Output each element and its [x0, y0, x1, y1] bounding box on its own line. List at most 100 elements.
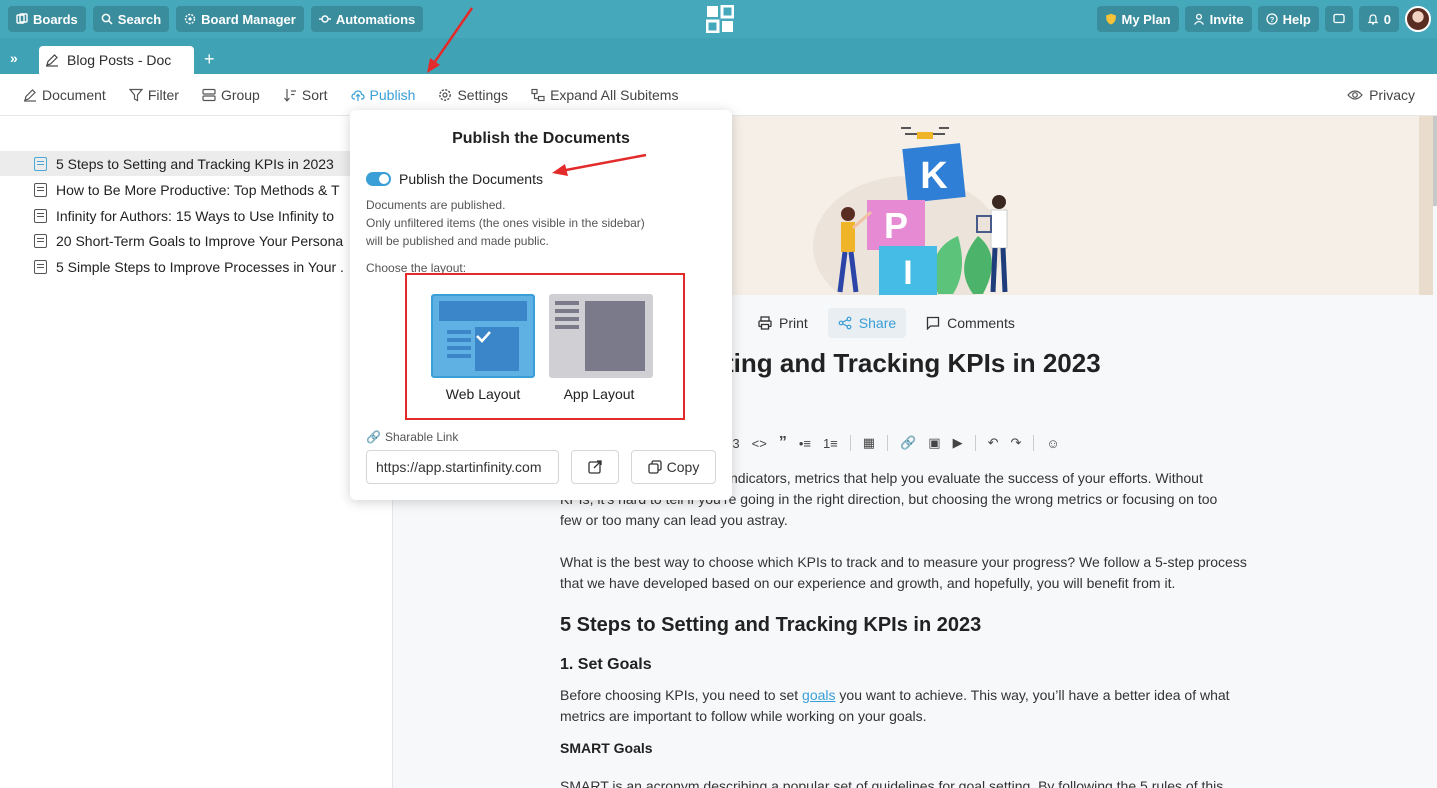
image-icon[interactable]: ▣ [928, 435, 940, 451]
paragraph[interactable]: SMART is an acronym describing a popular… [560, 776, 1260, 788]
sidebar-doc-item[interactable]: 5 Steps to Setting and Tracking KPIs in … [0, 151, 392, 176]
paragraph[interactable]: What is the best way to choose which KPI… [560, 552, 1260, 594]
sharable-link-input[interactable] [366, 450, 559, 484]
text: Before choosing KPIs, you need to set [560, 687, 803, 703]
heading-3[interactable]: 1. Set Goals [560, 656, 652, 674]
print-label: Print [779, 315, 808, 331]
heading-4[interactable]: SMART Goals [560, 740, 653, 756]
paragraph[interactable]: Before choosing KPIs, you need to set go… [560, 685, 1260, 727]
user-icon [1193, 13, 1204, 25]
video-icon[interactable]: ▶ [953, 435, 963, 451]
notifications-button[interactable]: 0 [1358, 6, 1399, 32]
link-icon[interactable]: 🔗 [900, 435, 916, 451]
document-icon [34, 233, 47, 248]
sidebar-doc-label: Infinity for Authors: 15 Ways to Use Inf… [56, 207, 335, 224]
boards-icon [16, 13, 28, 24]
comments-button[interactable]: Comments [916, 308, 1025, 338]
numbered-list-icon[interactable]: 1≡ [823, 436, 838, 451]
expand-sidebar-icon[interactable]: » [10, 50, 18, 66]
boards-label: Boards [33, 11, 78, 27]
printer-icon [758, 316, 772, 330]
help-button[interactable]: ? Help [1257, 6, 1319, 32]
annotation-highlight-box [405, 273, 685, 420]
privacy-button[interactable]: Privacy [1347, 87, 1415, 103]
redo-icon[interactable]: ↷ [1010, 435, 1021, 451]
bullet-list-icon[interactable]: •≡ [799, 436, 811, 451]
automations-button[interactable]: Automations [310, 6, 424, 32]
document-icon [34, 182, 47, 197]
goals-link[interactable]: goals [802, 687, 835, 703]
subitems-icon [531, 88, 545, 101]
sidebar-doc-item[interactable]: 5 Simple Steps to Improve Processes in Y… [0, 254, 392, 279]
undo-icon[interactable]: ↶ [988, 435, 999, 451]
quote-icon[interactable]: ” [779, 434, 787, 452]
note-line: will be published and made public. [366, 234, 549, 248]
filter-icon [128, 88, 143, 101]
divider [849, 435, 851, 451]
group-label: Group [220, 86, 260, 103]
group-button[interactable]: Group [202, 87, 260, 103]
invite-label: Invite [1209, 11, 1244, 27]
divider [1033, 435, 1035, 451]
copy-link-button[interactable]: Copy [631, 450, 716, 484]
sharable-link-text: Sharable Link [384, 430, 459, 444]
cover-letter: K [920, 155, 948, 197]
scrollbar[interactable] [1433, 116, 1437, 206]
copy-icon [648, 460, 662, 474]
cloud-upload-icon [350, 89, 365, 101]
tab-blog-posts-doc[interactable]: Blog Posts - Doc [39, 46, 194, 74]
board-manager-label: Board Manager [201, 11, 296, 27]
privacy-label: Privacy [1369, 87, 1415, 103]
code-icon[interactable]: <> [752, 436, 767, 451]
sidebar-doc-item[interactable]: Infinity for Authors: 15 Ways to Use Inf… [0, 203, 392, 228]
expand-subitems-button[interactable]: Expand All Subitems [531, 87, 678, 103]
expand-subitems-label: Expand All Subitems [550, 86, 679, 103]
share-icon [838, 316, 852, 330]
print-button[interactable]: Print [748, 308, 818, 338]
cover-letter: I [903, 254, 912, 292]
my-plan-label: My Plan [1121, 11, 1171, 27]
divider [887, 435, 889, 451]
eye-icon [1347, 90, 1363, 100]
svg-text:?: ? [1269, 15, 1274, 24]
document-label: Document [42, 86, 106, 103]
open-link-button[interactable] [571, 450, 619, 484]
publish-toggle-label[interactable]: Publish the Documents [399, 171, 543, 187]
sidebar-doc-label: 5 Simple Steps to Improve Processes in Y… [56, 258, 344, 275]
settings-label: Settings [457, 86, 509, 103]
filter-label: Filter [147, 86, 179, 103]
edit-icon [46, 54, 58, 67]
boards-button[interactable]: Boards [8, 6, 86, 32]
publish-note: Documents are published. Only unfiltered… [366, 196, 645, 250]
add-tab-icon[interactable]: + [204, 49, 215, 70]
chat-button[interactable] [1324, 6, 1353, 32]
publish-button[interactable]: Publish [350, 87, 415, 103]
publish-toggle[interactable] [366, 172, 391, 186]
sidebar-doc-item[interactable]: 20 Short-Term Goals to Improve Your Pers… [0, 228, 392, 253]
document-icon [34, 259, 47, 274]
document-title[interactable]: ting and Tracking KPIs in 2023 [725, 348, 1101, 379]
my-plan-button[interactable]: My Plan [1096, 6, 1179, 32]
sort-button[interactable]: Sort [283, 87, 328, 103]
sort-label: Sort [301, 86, 328, 103]
avatar[interactable] [1405, 6, 1431, 32]
tab-label: Blog Posts - Doc [67, 52, 172, 68]
table-icon[interactable]: ▦ [863, 435, 875, 451]
chat-icon [1333, 13, 1345, 24]
document-button[interactable]: Document [23, 87, 106, 103]
top-bar: Boards Search Board Manager Automations … [0, 0, 1437, 38]
sidebar-doc-item[interactable]: How to Be More Productive: Top Methods &… [0, 177, 392, 202]
emoji-icon[interactable]: ☺ [1046, 436, 1059, 451]
filter-button[interactable]: Filter [128, 86, 179, 103]
board-manager-button[interactable]: Board Manager [176, 6, 304, 32]
infinity-logo[interactable] [706, 5, 734, 33]
invite-button[interactable]: Invite [1184, 6, 1252, 32]
share-button[interactable]: Share [827, 308, 907, 338]
sidebar-doc-label: 5 Steps to Setting and Tracking KPIs in … [56, 155, 334, 172]
heading-2[interactable]: 5 Steps to Setting and Tracking KPIs in … [560, 614, 981, 637]
format-toolbar: H3 <> ” •≡ 1≡ ▦ 🔗 ▣ ▶ ↶ ↷ ☺ [723, 434, 1060, 452]
settings-button[interactable]: Settings [438, 87, 508, 103]
tab-bar: » Blog Posts - Doc + [0, 38, 1437, 74]
copy-label: Copy [666, 459, 700, 475]
search-button[interactable]: Search [92, 6, 170, 32]
